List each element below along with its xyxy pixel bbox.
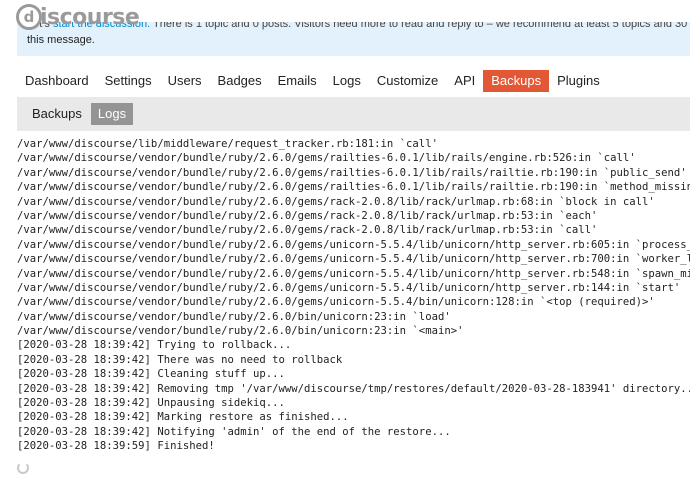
nav-tab-backups[interactable]: Backups <box>483 70 550 92</box>
restore-log-output: /var/www/discourse/lib/middleware/reques… <box>17 137 690 454</box>
log-line: [2020-03-28 18:39:59] Finished! <box>17 440 215 453</box>
log-line: /var/www/discourse/vendor/bundle/ruby/2.… <box>17 267 690 280</box>
subnav-tab-logs[interactable]: Logs <box>90 103 134 125</box>
nav-tab-dashboard[interactable]: Dashboard <box>17 70 97 92</box>
log-line: /var/www/discourse/vendor/bundle/ruby/2.… <box>17 310 451 323</box>
nav-tab-settings[interactable]: Settings <box>97 70 160 92</box>
log-line: /var/www/discourse/vendor/bundle/ruby/2.… <box>17 209 598 222</box>
log-line: /var/www/discourse/vendor/bundle/ruby/2.… <box>17 296 655 309</box>
log-line: /var/www/discourse/vendor/bundle/ruby/2.… <box>17 152 636 165</box>
discourse-logo[interactable]: d iscourse <box>16 2 140 32</box>
log-line: [2020-03-28 18:39:42] Unpausing sidekiq.… <box>17 397 285 410</box>
backups-subnav: Backups Logs <box>17 97 690 131</box>
logo-text: iscourse <box>40 4 140 30</box>
nav-tab-badges[interactable]: Badges <box>210 70 270 92</box>
nav-tab-plugins[interactable]: Plugins <box>549 70 608 92</box>
log-line: /var/www/discourse/vendor/bundle/ruby/2.… <box>17 166 687 179</box>
discourse-logo-icon: d <box>16 4 42 30</box>
log-line: /var/www/discourse/vendor/bundle/ruby/2.… <box>17 325 464 338</box>
log-line: [2020-03-28 18:39:42] Notifying 'admin' … <box>17 425 451 438</box>
notice-line2: this message. <box>27 34 95 46</box>
loading-spinner-icon <box>17 462 29 474</box>
subnav-tab-backups[interactable]: Backups <box>25 103 89 125</box>
log-line: /var/www/discourse/vendor/bundle/ruby/2.… <box>17 238 690 251</box>
log-line: [2020-03-28 18:39:42] There was no need … <box>17 353 343 366</box>
log-line: /var/www/discourse/vendor/bundle/ruby/2.… <box>17 181 690 194</box>
notice-text-post: There is 1 topic and 0 posts. Visitors n… <box>153 22 690 30</box>
admin-nav: Dashboard Settings Users Badges Emails L… <box>17 70 608 92</box>
log-line: /var/www/discourse/lib/middleware/reques… <box>17 138 438 150</box>
nav-tab-api[interactable]: API <box>446 70 483 92</box>
log-line: /var/www/discourse/vendor/bundle/ruby/2.… <box>17 281 681 294</box>
log-line: /var/www/discourse/vendor/bundle/ruby/2.… <box>17 224 598 237</box>
log-line: [2020-03-28 18:39:42] Removing tmp '/var… <box>17 382 690 395</box>
log-line: /var/www/discourse/vendor/bundle/ruby/2.… <box>17 253 690 266</box>
log-line: [2020-03-28 18:39:42] Cleaning stuff up.… <box>17 368 285 381</box>
log-line: [2020-03-28 18:39:42] Marking restore as… <box>17 411 349 424</box>
nav-tab-logs[interactable]: Logs <box>325 70 369 92</box>
nav-tab-users[interactable]: Users <box>160 70 210 92</box>
nav-tab-emails[interactable]: Emails <box>270 70 325 92</box>
log-line: [2020-03-28 18:39:42] Trying to rollback… <box>17 339 292 352</box>
nav-tab-customize[interactable]: Customize <box>369 70 446 92</box>
log-line: /var/www/discourse/vendor/bundle/ruby/2.… <box>17 195 655 208</box>
